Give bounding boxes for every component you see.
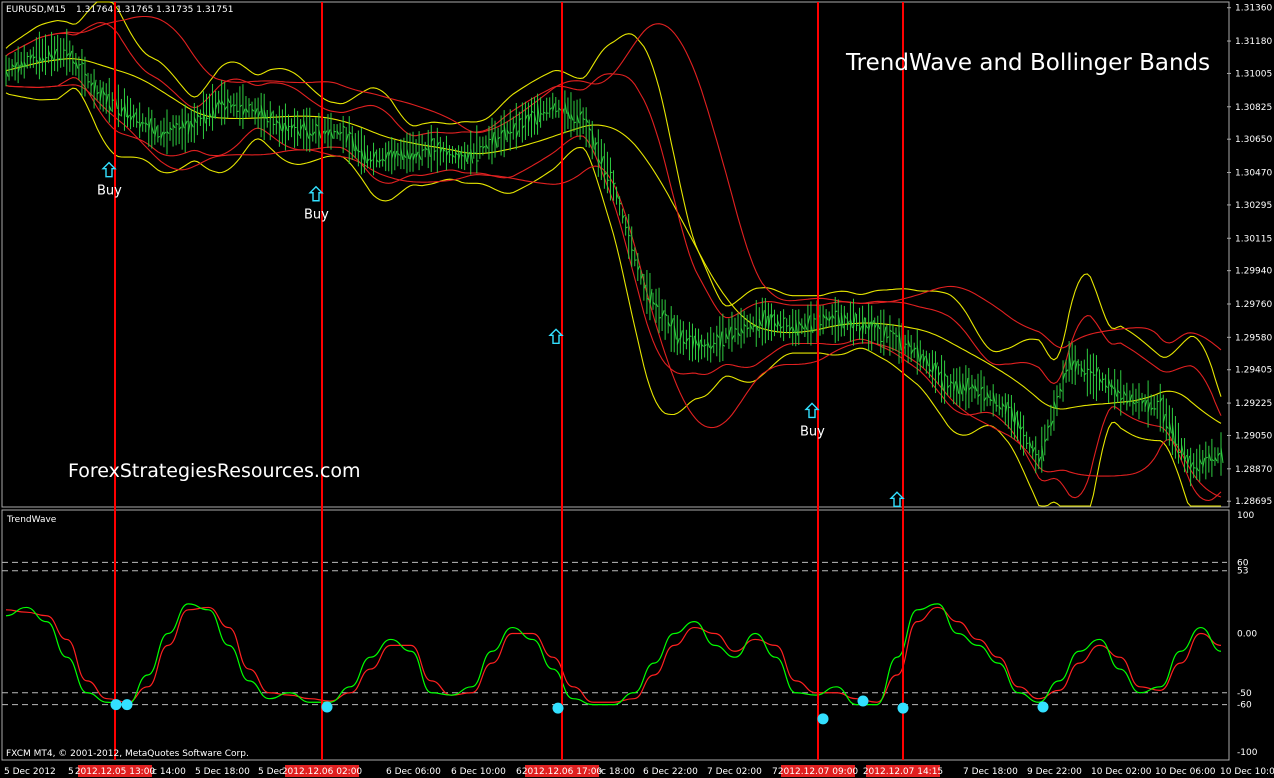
price-bar-tick <box>1193 467 1196 469</box>
price-tick-label: 1.29050 <box>1235 431 1272 441</box>
price-tick-label: 1.30825 <box>1235 103 1272 113</box>
price-tick-label: 1.31180 <box>1235 37 1272 47</box>
price-tick-label: 1.29760 <box>1235 300 1272 310</box>
time-tick-label: 10 Dec 10:00 <box>1220 767 1274 777</box>
price-bar-tick <box>1023 434 1026 437</box>
price-bar-tick <box>634 259 637 261</box>
time-tick-label: 5 <box>68 767 74 777</box>
price-bar-tick <box>206 117 209 120</box>
osc-tick-label: -50 <box>1237 689 1252 699</box>
signal-dot <box>897 702 909 714</box>
highlighted-time-label: 2012.12.05 13:00 <box>75 767 156 777</box>
buy-label: Buy <box>800 424 825 439</box>
time-tick-label: 6 Dec 06:00 <box>386 767 441 777</box>
copyright: FXCM MT4, © 2001-2012, MetaQuotes Softwa… <box>6 749 249 759</box>
price-bar-tick <box>142 122 145 124</box>
price-bar-tick <box>449 153 452 156</box>
buy-label: Buy <box>97 184 122 199</box>
price-tick-label: 1.29405 <box>1235 366 1272 376</box>
oscillator-panel <box>1 509 1230 761</box>
signal-dot <box>552 702 564 714</box>
price-tick-label: 1.31360 <box>1235 4 1272 14</box>
signal-dot <box>1037 701 1049 713</box>
price-bar-tick <box>856 324 859 326</box>
price-tick-label: 1.28695 <box>1235 497 1272 507</box>
buy-label: Buy <box>304 208 329 223</box>
osc-tick-label: -60 <box>1237 701 1252 711</box>
highlighted-time-label: 2012.12.07 09:00 <box>778 767 859 777</box>
price-bar-tick <box>267 120 270 123</box>
osc-tick-label: 53 <box>1237 567 1248 577</box>
signal-dot <box>817 713 829 725</box>
price-bar-tick <box>8 68 12 71</box>
time-tick-label: 6 Dec 10:00 <box>451 767 506 777</box>
signal-dot <box>321 701 333 713</box>
signal-dot <box>110 699 122 711</box>
price-bar-tick <box>479 145 482 148</box>
time-tick-label: 10 Dec 02:00 <box>1091 767 1152 777</box>
price-tick-label: 1.30470 <box>1235 169 1272 179</box>
time-tick-label: 6 Dec 22:00 <box>643 767 698 777</box>
highlighted-time-label: 2012.12.07 14:15 <box>863 767 943 777</box>
price-bar-tick <box>689 335 692 337</box>
price-tick-label: 1.30295 <box>1235 201 1272 211</box>
price-tick-label: 1.31005 <box>1235 69 1272 79</box>
time-tick-label: 7 Dec 02:00 <box>707 767 762 777</box>
highlighted-time-label: 2012.12.06 02:00 <box>282 767 363 777</box>
price-tick-label: 1.28870 <box>1235 465 1272 475</box>
price-tick-label: 1.30650 <box>1235 135 1272 145</box>
price-bar-tick <box>60 58 63 61</box>
watermark: ForexStrategiesResources.com <box>68 460 361 482</box>
time-tick-label: 10 Dec 06:00 <box>1155 767 1216 777</box>
indicator-name: TrendWave <box>6 515 57 525</box>
price-bar-tick <box>1026 442 1029 445</box>
chart-title-overlay: TrendWave and Bollinger Bands <box>845 50 1210 76</box>
price-bar-tick <box>1178 451 1181 454</box>
price-tick-label: 1.29940 <box>1235 267 1272 277</box>
osc-tick-label: -100 <box>1237 748 1258 758</box>
osc-tick-label: 100 <box>1237 511 1254 521</box>
ohlc-values: 1.31764 1.31765 1.31735 1.31751 <box>76 5 233 15</box>
signal-dot <box>121 699 133 711</box>
price-tick-label: 1.30115 <box>1235 234 1272 244</box>
signal-dot <box>857 695 869 707</box>
price-tick-label: 1.29580 <box>1235 333 1272 343</box>
chart-window: 1.31360 1.31180 1.31005 1.30825 1.30650 1.304… <box>0 0 1274 778</box>
time-tick-label: 9 Dec 22:00 <box>1027 767 1082 777</box>
time-tick-label: 5 Dec 18:00 <box>195 767 250 777</box>
highlighted-time-label: 2012.12.06 17:00 <box>522 767 603 777</box>
symbol-label: EURUSD,M15 <box>6 5 66 15</box>
time-tick-label: 5 Dec 2012 <box>4 767 56 777</box>
price-tick-label: 1.29225 <box>1235 399 1272 409</box>
osc-tick-label: 0.00 <box>1237 630 1257 640</box>
time-tick-label: 7 Dec 18:00 <box>963 767 1018 777</box>
